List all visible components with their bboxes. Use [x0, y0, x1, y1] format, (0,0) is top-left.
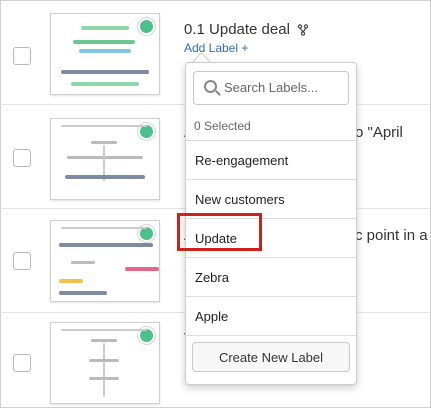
thumb-bar — [59, 279, 83, 283]
create-new-label-button[interactable]: Create New Label — [192, 342, 350, 372]
workflow-title[interactable]: 0.1 Update deal — [184, 21, 290, 38]
label-search-box[interactable] — [193, 71, 349, 105]
thumb-bar — [91, 339, 117, 342]
add-label-link[interactable]: Add Label + — [184, 41, 248, 55]
thumb-bar — [79, 49, 131, 53]
branch-icon — [297, 24, 309, 36]
label-option-zebra[interactable]: Zebra — [195, 270, 229, 285]
thumb-bar — [91, 141, 117, 144]
row-checkbox[interactable] — [13, 47, 31, 65]
divider — [186, 335, 356, 336]
divider — [186, 179, 356, 180]
thumb-bar — [89, 359, 119, 362]
workflow-thumbnail[interactable] — [50, 13, 160, 95]
label-search-input[interactable] — [224, 72, 342, 102]
divider — [186, 140, 356, 141]
row-checkbox[interactable] — [13, 252, 31, 270]
thumb-bar — [59, 243, 153, 247]
divider — [186, 296, 356, 297]
workflow-thumbnail[interactable] — [50, 220, 160, 302]
divider — [186, 257, 356, 258]
thumb-bar — [65, 175, 145, 179]
thumb-bar — [103, 343, 105, 397]
thumb-bar — [125, 267, 159, 271]
workflow-thumbnail[interactable] — [50, 322, 160, 404]
selected-count: 0 Selected — [194, 119, 251, 133]
thumb-bar — [61, 125, 147, 127]
thumb-bar — [81, 26, 129, 30]
thumb-bar — [61, 227, 147, 229]
thumb-bar — [67, 156, 143, 159]
workflow-title-overflow[interactable]: o "April — [355, 124, 403, 141]
highlight-box — [177, 213, 262, 251]
label-option-re-engagement[interactable]: Re-engagement — [195, 153, 288, 168]
status-dot-icon — [138, 18, 155, 35]
label-option-new-customers[interactable]: New customers — [195, 192, 285, 207]
workflow-thumbnail[interactable] — [50, 118, 160, 200]
row-checkbox[interactable] — [13, 354, 31, 372]
thumb-bar — [71, 82, 139, 86]
thumb-bar — [59, 291, 107, 295]
search-icon — [204, 80, 217, 93]
thumb-bar — [71, 261, 95, 264]
row-checkbox[interactable] — [13, 149, 31, 167]
thumb-bar — [61, 70, 149, 74]
thumb-bar — [61, 329, 147, 331]
thumb-bar — [89, 377, 119, 380]
workflow-title-overflow[interactable]: c point in a — [355, 227, 428, 244]
thumb-bar — [73, 40, 135, 44]
label-option-apple[interactable]: Apple — [195, 309, 228, 324]
